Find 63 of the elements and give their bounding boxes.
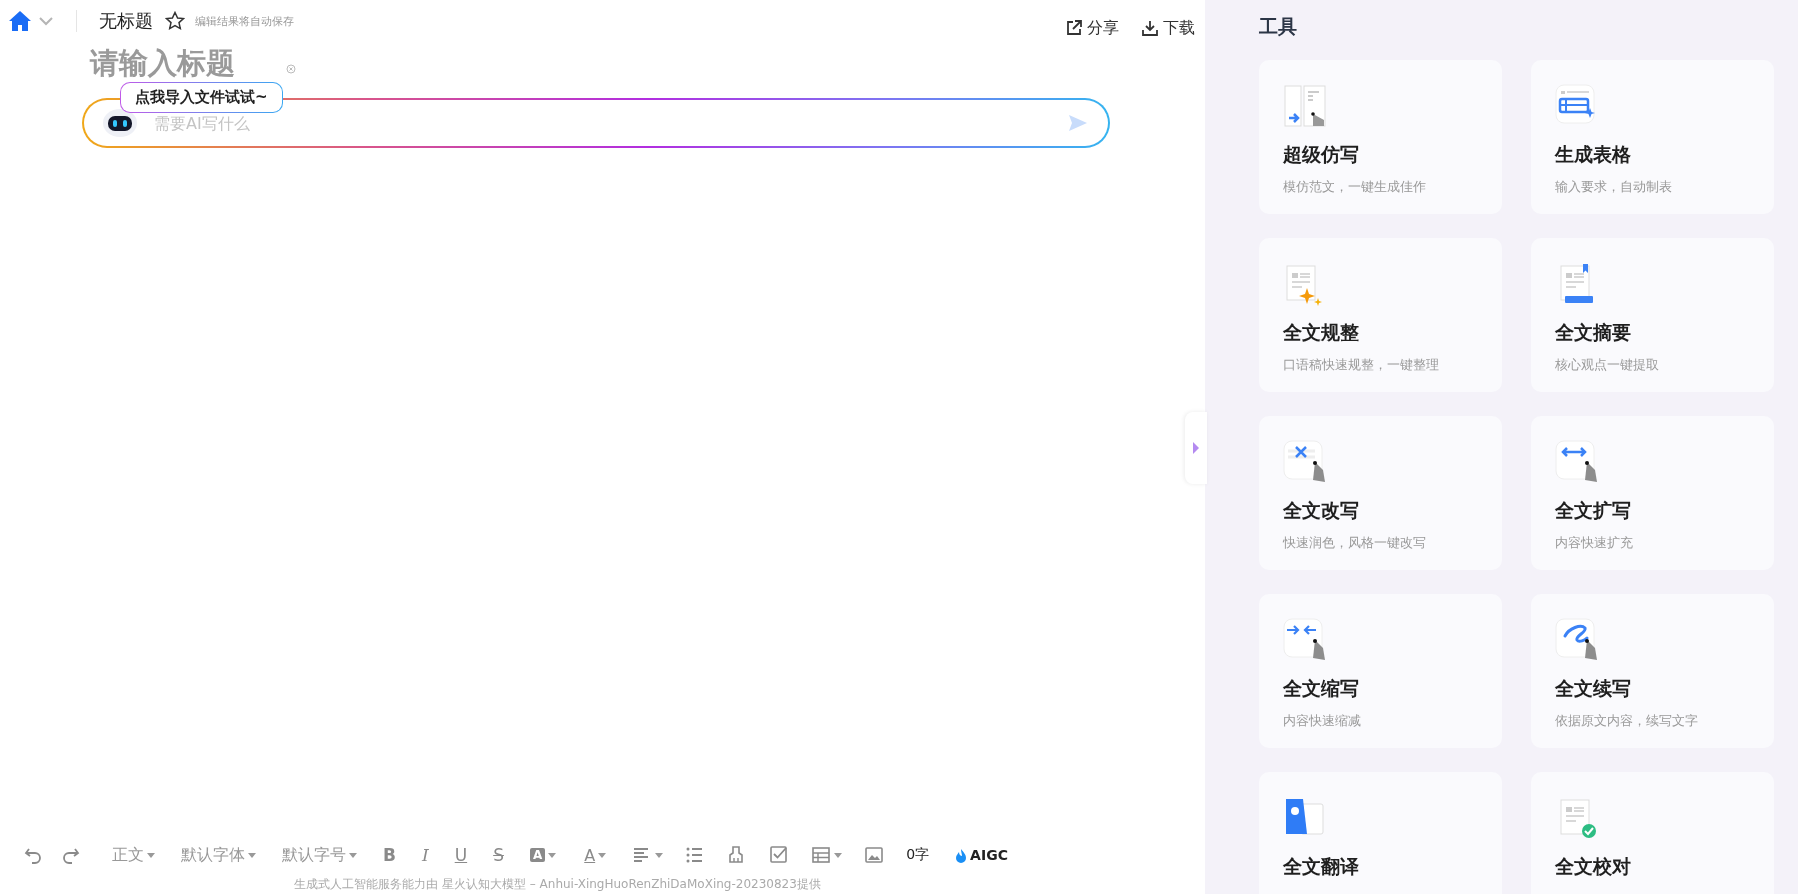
send-icon — [1068, 114, 1088, 132]
tool-title: 全文校对 — [1555, 854, 1632, 879]
collapse-handle[interactable] — [1185, 412, 1207, 484]
caret-right-icon — [1192, 441, 1200, 455]
tool-title: 全文扩写 — [1555, 498, 1632, 523]
tool-title: 生成表格 — [1555, 142, 1632, 167]
align-button[interactable] — [632, 845, 664, 865]
tool-card[interactable]: 全文校对 — [1531, 772, 1774, 894]
squiggle-pen-icon — [1555, 618, 1599, 662]
share-icon — [1065, 19, 1083, 37]
tool-description: 核心观点一键提取 — [1555, 356, 1660, 374]
panel-title: 工具 — [1259, 14, 1298, 39]
tool-description: 输入要求，自动制表 — [1555, 178, 1673, 196]
prompt-input[interactable]: 需要AI写什么 — [152, 112, 1068, 134]
download-button[interactable]: 下载 — [1141, 17, 1195, 39]
checkbox-icon — [769, 845, 790, 865]
table-icon — [811, 845, 832, 865]
star-icon[interactable] — [165, 11, 185, 31]
tool-title: 全文规整 — [1283, 320, 1360, 345]
tool-title: 全文摘要 — [1555, 320, 1632, 345]
tooltip[interactable]: 点我导入文件试试~ — [120, 82, 283, 113]
tool-description: 模仿范文，一键生成佳作 — [1283, 178, 1427, 196]
tool-card[interactable]: 全文摘要 核心观点一键提取 — [1531, 238, 1774, 392]
tool-card[interactable]: 全文规整 口语稿快速规整，一键整理 — [1259, 238, 1502, 392]
tool-description: 快速润色，风格一键改写 — [1283, 534, 1427, 552]
tool-description: 依据原文内容，续写文字 — [1555, 712, 1699, 730]
tool-description: 口语稿快速规整，一键整理 — [1283, 356, 1440, 374]
tool-title: 全文缩写 — [1283, 676, 1360, 701]
save-hint: 编辑结果将自动保存 — [195, 13, 294, 29]
tool-title: 超级仿写 — [1283, 142, 1360, 167]
tool-title: 全文改写 — [1283, 498, 1360, 523]
image-icon — [864, 845, 885, 865]
tool-card[interactable]: 全文缩写 内容快速缩减 — [1259, 594, 1502, 748]
tool-title: 全文翻译 — [1283, 854, 1360, 879]
table-button[interactable] — [811, 845, 843, 865]
tool-description: 内容快速缩减 — [1283, 712, 1362, 730]
flame-icon — [955, 847, 968, 863]
cross-pen-icon — [1283, 440, 1327, 484]
tool-card[interactable]: 生成表格 输入要求，自动制表 — [1531, 60, 1774, 214]
arrows-apart-pen-icon — [1555, 440, 1599, 484]
document-title[interactable]: 无标题 — [99, 9, 153, 33]
footer-note: 生成式人工智能服务能力由 星火认知大模型 – Anhui-XingHuoRenZhiDaMoXing-20230823提供 — [293, 876, 822, 893]
image-button[interactable] — [864, 845, 885, 865]
tool-card[interactable]: 全文续写 依据原文内容，续写文字 — [1531, 594, 1774, 748]
home-icon[interactable] — [8, 10, 32, 32]
checkbox-button[interactable] — [769, 845, 790, 865]
close-icon[interactable] — [286, 64, 296, 74]
tool-card[interactable]: 全文扩写 内容快速扩充 — [1531, 416, 1774, 570]
download-icon — [1141, 19, 1159, 37]
tool-title: 全文续写 — [1555, 676, 1632, 701]
tool-card[interactable]: 全文改写 快速润色，风格一键改写 — [1259, 416, 1502, 570]
aigc-button[interactable]: AIGC — [955, 847, 1008, 863]
tool-description: 内容快速扩充 — [1555, 534, 1634, 552]
document-copy-icon — [1283, 84, 1327, 128]
robot-icon — [102, 108, 138, 138]
arrows-together-pen-icon — [1283, 618, 1327, 662]
word-count: 0字 — [906, 846, 930, 864]
underline-button[interactable]: U — [454, 845, 468, 865]
tool-card[interactable]: 全文翻译 — [1259, 772, 1502, 894]
chevron-down-icon[interactable] — [38, 16, 54, 26]
strike-button[interactable]: S — [493, 845, 504, 865]
tool-card[interactable]: 超级仿写 模仿范文，一键生成佳作 — [1259, 60, 1502, 214]
share-button[interactable]: 分享 — [1065, 17, 1119, 39]
